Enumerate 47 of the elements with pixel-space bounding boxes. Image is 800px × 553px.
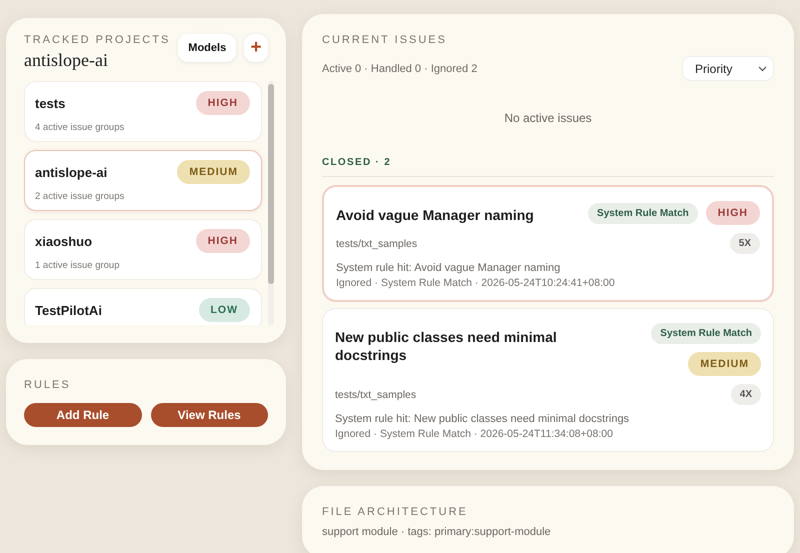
project-name: antislope-ai	[35, 164, 108, 180]
issue-path: tests/txt_samples	[335, 388, 416, 400]
issue-group-count: 1 active issue group	[35, 260, 120, 271]
section-heading: RULES	[24, 379, 72, 391]
project-card[interactable]: antislope-ai MEDIUM 2 active issue groups	[24, 150, 262, 211]
source-tag: System Rule Match	[651, 323, 761, 344]
section-heading: FILE ARCHITECTURE	[322, 506, 469, 518]
project-name: TestPilotAi	[35, 302, 102, 318]
issue-title: Avoid vague Manager naming	[336, 206, 534, 224]
add-project-button[interactable]: +	[244, 34, 268, 62]
source-tag: System Rule Match	[588, 202, 698, 224]
priority-badge: HIGH	[196, 229, 250, 253]
priority-badge: HIGH	[706, 201, 760, 225]
architecture-summary: support module · tags: primary:support-module	[322, 526, 552, 538]
priority-badge: MEDIUM	[177, 160, 250, 184]
project-card[interactable]: tests HIGH 4 active issue groups	[24, 81, 262, 142]
issue-title: New public classes need minimal docstrings	[335, 328, 558, 364]
section-heading: TRACKED PROJECTS	[24, 34, 170, 46]
current-project-name: antislope-ai	[24, 50, 109, 71]
issue-card[interactable]: Avoid vague Manager naming System Rule Match HIGH tests/txt_samples 5X System rule hit: Avoid vague Manager naming Ignored · System Rule Match · 2026-05-24T10:24:41+08:00	[322, 185, 774, 302]
scrollbar-thumb[interactable]	[268, 84, 274, 284]
project-card[interactable]: TestPilotAi LOW	[24, 288, 262, 325]
models-button[interactable]: Models	[178, 34, 236, 62]
issue-meta: Ignored · System Rule Match · 2026-05-24T10:24:41+08:00	[336, 277, 616, 289]
chevron-down-icon	[758, 66, 767, 72]
priority-badge: LOW	[198, 298, 250, 322]
empty-message: No active issues	[503, 111, 593, 125]
occurrence-count: 5X	[730, 233, 760, 254]
sort-select[interactable]: Priority	[682, 56, 774, 81]
rule-button[interactable]: View Rules	[150, 403, 268, 427]
issue-path: tests/txt_samples	[336, 238, 418, 250]
section-heading: CURRENT ISSUES	[322, 34, 448, 46]
issue-group-count: 4 active issue groups	[35, 122, 126, 133]
project-card[interactable]: xiaoshuo HIGH 1 active issue group	[24, 219, 262, 280]
project-name: xiaoshuo	[35, 234, 92, 248]
issue-stats: Active 0 · Handled 0 · Ignored 2	[322, 62, 478, 74]
issue-group-count: 2 active issue groups	[35, 191, 126, 202]
issue-card[interactable]	[322, 308, 774, 452]
priority-badge: HIGH	[196, 91, 250, 115]
closed-heading: CLOSED · 2	[322, 157, 774, 177]
occurrence-count: 4X	[730, 384, 761, 405]
priority-badge: MEDIUM	[688, 352, 761, 376]
rule-button[interactable]: Add Rule	[24, 403, 142, 427]
issue-message: System rule hit: Avoid vague Manager naming	[336, 262, 562, 274]
project-name: tests	[35, 96, 66, 110]
issue-message: System rule hit: New public classes need minimal docstrings	[335, 413, 630, 425]
issue-meta: Ignored · System Rule Match · 2026-05-24T11:34:08+08:00	[335, 428, 614, 440]
